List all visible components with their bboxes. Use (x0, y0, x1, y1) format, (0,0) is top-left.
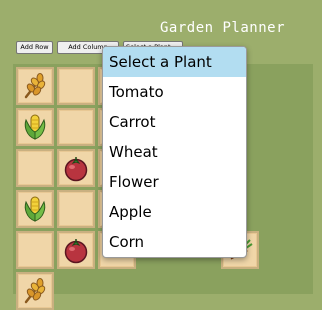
grid-cell[interactable] (16, 67, 54, 105)
grid-cell[interactable] (16, 108, 54, 146)
grid-cell[interactable] (57, 108, 95, 146)
grid-cell[interactable] (57, 190, 95, 228)
option-apple[interactable]: Apple (103, 197, 246, 227)
add-row-button[interactable]: Add Row (16, 41, 53, 54)
option-select-a-plant[interactable]: Select a Plant (103, 47, 246, 77)
grid-cell[interactable] (16, 149, 54, 187)
grid-cell[interactable] (16, 272, 54, 310)
grid-cell[interactable] (57, 231, 95, 269)
grid-cell[interactable] (16, 231, 54, 269)
grid-cell[interactable] (57, 149, 95, 187)
option-corn[interactable]: Corn (103, 227, 246, 257)
option-flower[interactable]: Flower (103, 167, 246, 197)
option-tomato[interactable]: Tomato (103, 77, 246, 107)
option-wheat[interactable]: Wheat (103, 137, 246, 167)
grid-cell[interactable] (16, 190, 54, 228)
option-carrot[interactable]: Carrot (103, 107, 246, 137)
grid-cell[interactable] (57, 67, 95, 105)
app-title: Garden Planner (160, 20, 286, 36)
plant-dropdown-list[interactable]: Select a Plant Tomato Carrot Wheat Flowe… (102, 46, 247, 258)
